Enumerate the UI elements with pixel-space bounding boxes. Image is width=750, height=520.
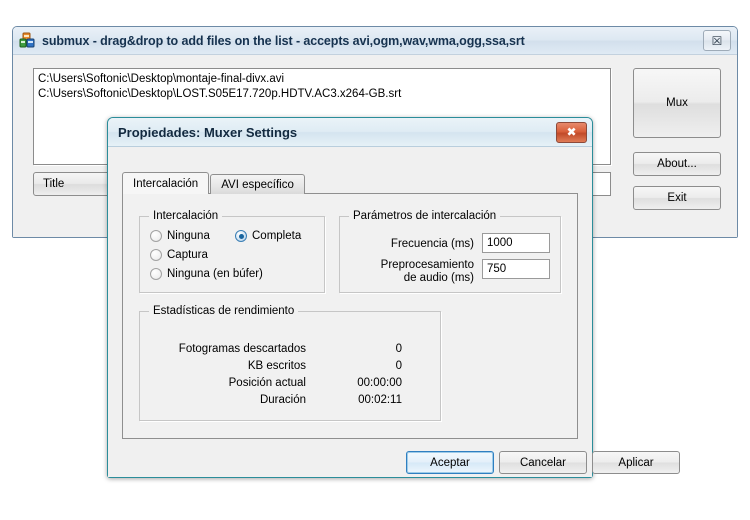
radio-label: Captura — [167, 249, 208, 261]
preprocesamiento-label-line2: de audio (ms) — [403, 272, 474, 284]
radio-label: Ninguna — [167, 230, 210, 242]
radio-label: Completa — [252, 230, 302, 242]
frecuencia-label: Frecuencia (ms) — [390, 238, 474, 250]
stat-value-fotogramas-descartados: 0 — [395, 343, 402, 355]
radio-completa[interactable]: Completa — [235, 230, 301, 242]
preprocesamiento-audio-input[interactable] — [482, 259, 550, 279]
stat-label-posicion-actual: Posición actual — [228, 377, 306, 389]
stat-value-kb-escritos: 0 — [395, 360, 402, 372]
dialog-titlebar[interactable]: Propiedades: Muxer Settings ✖ — [108, 118, 592, 147]
close-glyph: ✖ — [566, 125, 577, 139]
radio-ninguna-en-bufer[interactable]: Ninguna (en búfer) — [150, 268, 263, 280]
stat-label-kb-escritos: KB escritos — [247, 360, 306, 372]
params-group-title: Parámetros de intercalación — [349, 210, 501, 222]
cancel-button[interactable]: Cancelar — [499, 451, 587, 474]
list-item[interactable]: C:\Users\Softonic\Desktop\LOST.S05E17.72… — [38, 87, 606, 102]
close-glyph: ☒ — [711, 33, 723, 48]
exit-button[interactable]: Exit — [633, 186, 721, 210]
close-icon[interactable]: ☒ — [703, 30, 731, 51]
main-window-title: submux - drag&drop to add files on the l… — [42, 33, 525, 48]
main-window-titlebar[interactable]: submux - drag&drop to add files on the l… — [13, 27, 737, 55]
tabstrip: Intercalación AVI específico — [122, 172, 578, 194]
stat-value-posicion-actual: 00:00:00 — [357, 377, 402, 389]
radio-icon — [150, 268, 162, 280]
submux-app-icon — [19, 32, 36, 49]
radio-icon — [150, 230, 162, 242]
stat-label-fotogramas-descartados: Fotogramas descartados — [178, 343, 306, 355]
tab-intercalacion[interactable]: Intercalación — [122, 172, 210, 194]
interleave-params-groupbox: Parámetros de intercalación Frecuencia (… — [339, 210, 561, 293]
close-icon[interactable]: ✖ — [556, 121, 587, 143]
frecuencia-input[interactable] — [482, 233, 550, 253]
radio-label: Ninguna (en búfer) — [167, 268, 263, 280]
radio-icon-selected — [235, 230, 247, 242]
stats-group-title: Estadísticas de rendimiento — [149, 305, 299, 317]
about-button[interactable]: About... — [633, 152, 721, 176]
radio-ninguna[interactable]: Ninguna — [150, 230, 210, 242]
preprocesamiento-label-line1: Preprocesamiento — [380, 259, 474, 271]
radio-captura[interactable]: Captura — [150, 249, 208, 261]
performance-stats-groupbox: Estadísticas de rendimiento Fotogramas d… — [139, 305, 441, 421]
dialog-title: Propiedades: Muxer Settings — [118, 124, 298, 140]
interleave-groupbox: Intercalación Ninguna Captura Ninguna (e… — [139, 210, 325, 293]
accept-button[interactable]: Aceptar — [406, 451, 494, 474]
tab-avi-especifico[interactable]: AVI específico — [210, 174, 305, 194]
dialog-client-area: Intercalación AVI específico Intercalaci… — [108, 147, 680, 477]
interleave-group-title: Intercalación — [149, 210, 223, 222]
radio-icon — [150, 249, 162, 261]
stat-label-duracion: Duración — [259, 394, 306, 406]
list-item[interactable]: C:\Users\Softonic\Desktop\montaje-final-… — [38, 72, 606, 87]
tab-page-intercalacion: Intercalación Ninguna Captura Ninguna (e… — [122, 193, 578, 439]
muxer-settings-dialog: Propiedades: Muxer Settings ✖ Intercalac… — [107, 117, 680, 478]
apply-button[interactable]: Aplicar — [592, 451, 680, 474]
stat-value-duracion: 00:02:11 — [358, 394, 402, 406]
mux-button[interactable]: Mux — [633, 68, 721, 138]
